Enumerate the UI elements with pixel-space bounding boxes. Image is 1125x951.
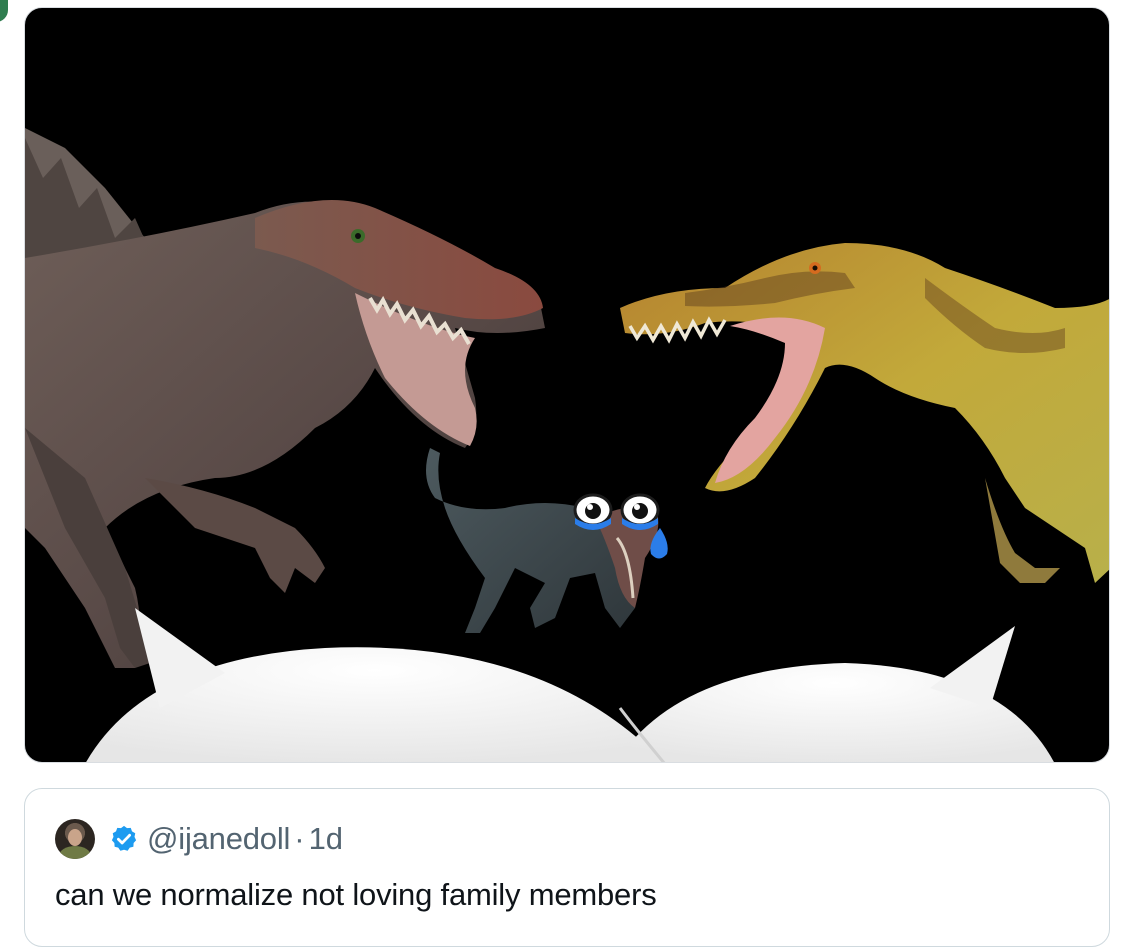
baby-dinosaur-figure bbox=[426, 448, 659, 633]
speech-bubbles bbox=[86, 608, 1054, 762]
author-handle[interactable]: @ijanedoll bbox=[147, 821, 290, 857]
meta-separator: · bbox=[294, 821, 305, 856]
quoted-post-text: can we normalize not loving family membe… bbox=[55, 877, 657, 912]
quoted-post-header: @ijanedoll · 1d bbox=[55, 819, 343, 859]
post-timestamp[interactable]: 1d bbox=[309, 821, 343, 857]
verified-badge-icon bbox=[111, 825, 137, 851]
quoted-author-avatar[interactable] bbox=[55, 819, 95, 859]
spinosaurus-figure bbox=[25, 128, 545, 669]
quoted-post-card[interactable]: @ijanedoll · 1d can we normalize not lov… bbox=[24, 788, 1110, 947]
partial-avatar[interactable] bbox=[0, 0, 8, 22]
baryonyx-figure bbox=[620, 243, 1109, 583]
post-media-image[interactable] bbox=[24, 7, 1110, 763]
